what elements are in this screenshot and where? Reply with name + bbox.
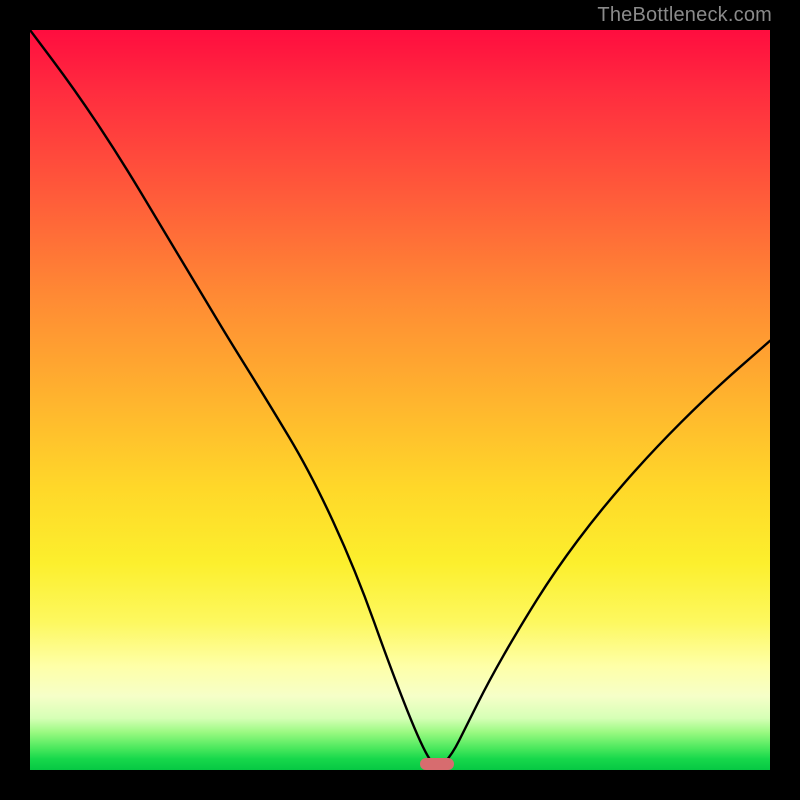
chart-frame: TheBottleneck.com xyxy=(0,0,800,800)
watermark-text: TheBottleneck.com xyxy=(597,4,772,27)
plot-area xyxy=(30,30,770,770)
minimum-marker xyxy=(420,758,454,770)
bottleneck-curve xyxy=(30,30,770,770)
